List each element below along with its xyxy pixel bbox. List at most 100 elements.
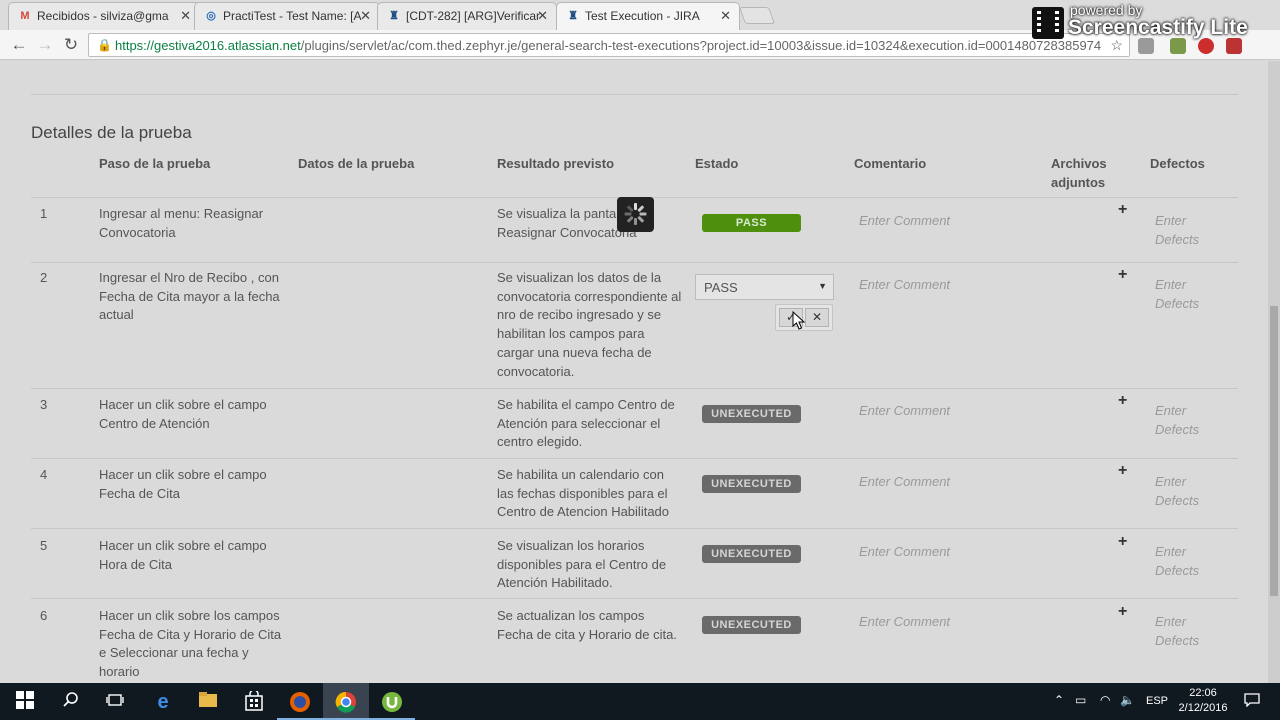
gmail-icon: M: [20, 10, 30, 22]
table-divider: [31, 262, 1238, 263]
add-attachment-icon[interactable]: +: [1118, 462, 1127, 480]
close-tab-icon[interactable]: ✕: [360, 8, 371, 24]
close-tab-icon[interactable]: ✕: [537, 8, 548, 24]
tab-title: Test Execution - JIRA: [585, 9, 700, 23]
step-number: 6: [40, 608, 48, 623]
taskbar-firefox[interactable]: [277, 683, 323, 720]
file-explorer-icon[interactable]: [197, 691, 219, 713]
expected-result: Se habilita un calendario con las fechas…: [497, 467, 670, 520]
network-icon[interactable]: ▭: [1075, 693, 1086, 707]
caret-down-icon: ▼: [818, 281, 827, 291]
expected-result: Se habilita el campo Centro de Atención …: [497, 397, 675, 450]
screencastify-watermark: powered by Screencastify Lite: [1030, 0, 1280, 44]
expected-result: Se actualizan los campos Fecha de cita y…: [497, 608, 677, 642]
table-divider: [31, 388, 1238, 389]
step-number: 2: [40, 270, 48, 285]
tab-title: PractiTest - Test Name: [A: [223, 9, 362, 23]
tab-jira-issue[interactable]: ♜ [CDT-282] [ARG]Verificar ✕: [377, 2, 557, 30]
scrollbar-thumb[interactable]: [1270, 306, 1278, 596]
notifications-icon[interactable]: [1244, 693, 1260, 710]
jira-icon: ♜: [568, 10, 578, 22]
defects-placeholder-line2: Defects: [1155, 421, 1200, 437]
status-select[interactable]: PASS ▼: [695, 274, 834, 300]
status-badge[interactable]: UNEXECUTED: [702, 405, 801, 423]
add-attachment-icon[interactable]: +: [1118, 266, 1127, 284]
tab-test-execution[interactable]: ♜ Test Execution - JIRA ✕: [556, 2, 740, 30]
back-arrow-icon[interactable]: ←: [8, 34, 30, 56]
close-tab-icon[interactable]: ✕: [180, 8, 191, 24]
new-tab-button[interactable]: [738, 7, 776, 24]
expected-result: Se visualiza la pantalla Reasignar Convo…: [497, 206, 637, 240]
add-attachment-icon[interactable]: +: [1118, 201, 1127, 219]
add-attachment-icon[interactable]: +: [1118, 533, 1127, 551]
defects-placeholder-line1: Enter: [1155, 544, 1187, 559]
comment-field[interactable]: Enter Comment: [859, 402, 950, 421]
defects-field[interactable]: Enter Defects: [1155, 543, 1215, 580]
clock[interactable]: 22:06 2/12/2016: [1176, 686, 1230, 716]
reload-icon[interactable]: ↻: [60, 34, 82, 56]
comment-field[interactable]: Enter Comment: [859, 613, 950, 632]
step-description: Ingresar al menu: Reasignar Convocatoria: [99, 206, 264, 240]
divider: [31, 94, 1238, 95]
language-indicator[interactable]: ESP: [1146, 695, 1168, 707]
table-divider: [31, 458, 1238, 459]
defects-placeholder-line1: Enter: [1155, 403, 1187, 418]
status-badge[interactable]: PASS: [702, 214, 801, 232]
step-description: Hacer un clik sobre el campo Hora de Cit…: [99, 538, 267, 572]
windows-start-icon[interactable]: [14, 691, 36, 713]
table-divider: [31, 598, 1238, 599]
clock-time: 22:06: [1189, 687, 1217, 699]
clock-date: 2/12/2016: [1178, 702, 1228, 714]
defects-field[interactable]: Enter Defects: [1155, 613, 1215, 650]
defects-field[interactable]: Enter Defects: [1155, 276, 1215, 313]
column-header-comment: Comentario: [854, 156, 927, 171]
task-view-icon[interactable]: [104, 691, 126, 713]
edge-icon[interactable]: e: [152, 691, 174, 713]
wifi-icon[interactable]: ◠: [1100, 693, 1110, 707]
column-header-attachments-line2: adjuntos: [1051, 175, 1106, 190]
add-attachment-icon[interactable]: +: [1118, 392, 1127, 410]
lock-icon: 🔒: [97, 38, 112, 52]
defects-placeholder-line2: Defects: [1155, 632, 1200, 648]
page-scrollbar[interactable]: [1268, 61, 1280, 683]
column-header-data: Datos de la prueba: [298, 156, 415, 171]
tab-practitest[interactable]: ◎ PractiTest - Test Name: [A ✕: [194, 2, 380, 30]
column-header-attachments-line1: Archivos: [1051, 156, 1107, 171]
step-description: Hacer un clik sobre los campos Fecha de …: [99, 608, 282, 680]
expected-result: Se visualizan los horarios disponibles p…: [497, 538, 667, 591]
step-number: 3: [40, 397, 48, 412]
step-description: Ingresar el Nro de Recibo , con Fecha de…: [99, 270, 280, 323]
firefox-icon: [289, 691, 311, 713]
defects-field[interactable]: Enter Defects: [1155, 473, 1215, 510]
show-hidden-icons-icon[interactable]: ⌃: [1054, 693, 1064, 707]
defects-field[interactable]: Enter Defects: [1155, 402, 1215, 439]
store-icon[interactable]: [243, 689, 265, 713]
add-attachment-icon[interactable]: +: [1118, 603, 1127, 621]
status-badge[interactable]: UNEXECUTED: [702, 545, 801, 563]
comment-field[interactable]: Enter Comment: [859, 212, 950, 231]
close-tab-icon[interactable]: ✕: [720, 8, 731, 24]
status-badge[interactable]: UNEXECUTED: [702, 616, 801, 634]
column-header-expected: Resultado previsto: [497, 156, 615, 171]
comment-field[interactable]: Enter Comment: [859, 543, 950, 562]
comment-field[interactable]: Enter Comment: [859, 473, 950, 492]
comment-field[interactable]: Enter Comment: [859, 276, 950, 295]
expected-result: Se visualizan los datos de la convocator…: [497, 270, 682, 379]
defects-field[interactable]: Enter Defects: [1155, 212, 1215, 249]
defects-placeholder-line2: Defects: [1155, 295, 1200, 311]
step-description: Hacer un clik sobre el campo Fecha de Ci…: [99, 467, 267, 501]
taskbar-utorrent[interactable]: [369, 683, 415, 720]
forward-arrow-icon[interactable]: →: [34, 34, 56, 56]
status-badge[interactable]: UNEXECUTED: [702, 475, 801, 493]
taskbar-chrome[interactable]: [323, 683, 369, 720]
column-header-step: Paso de la prueba: [99, 156, 211, 171]
volume-icon[interactable]: 🔈: [1120, 693, 1135, 707]
address-bar[interactable]: 🔒 https://gestiva2016.atlassian.net/plug…: [88, 33, 1130, 57]
mouse-cursor-icon: [792, 311, 806, 330]
search-icon[interactable]: [60, 691, 82, 713]
tab-gmail[interactable]: M Recibidos - silviza@gma ✕: [8, 2, 200, 30]
column-header-attachments: Archivos adjuntos: [1051, 154, 1107, 192]
cancel-button[interactable]: ✕: [805, 308, 829, 327]
table-divider: [31, 528, 1238, 529]
defects-placeholder-line2: Defects: [1155, 231, 1200, 247]
